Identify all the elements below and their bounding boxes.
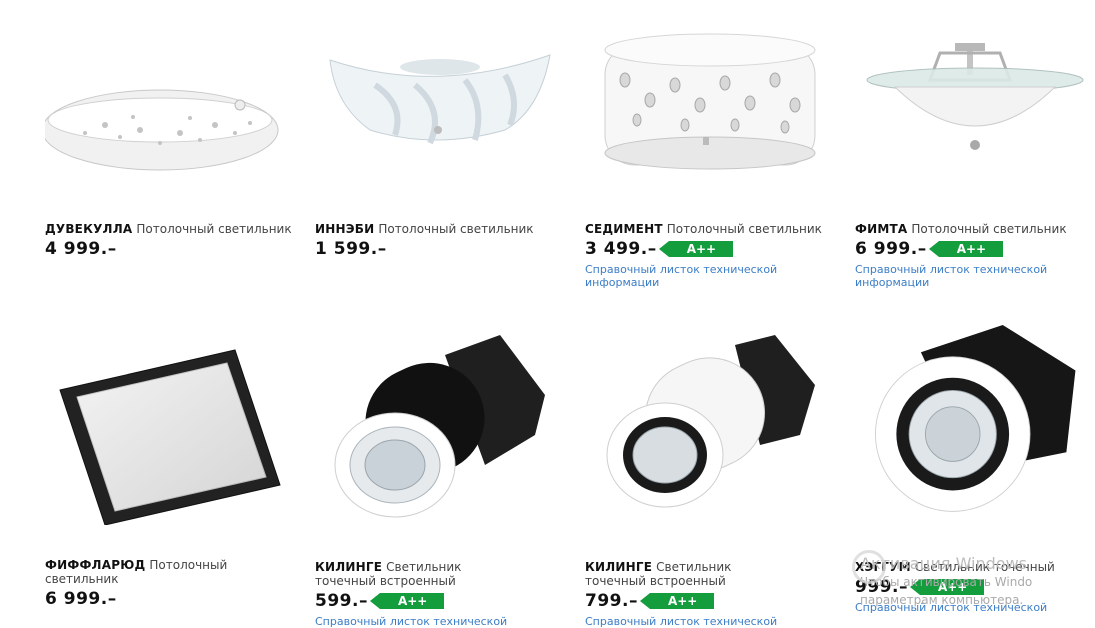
ceiling-lamp-square-image[interactable] <box>45 325 295 525</box>
energy-label-badge: A++ <box>639 593 714 609</box>
ceiling-lamp-crystal-image[interactable] <box>585 25 835 225</box>
product-price: 599.– <box>315 591 368 611</box>
product-price: 3 499.– <box>585 239 657 259</box>
tech-info-link[interactable]: Справочный листок технической <box>855 601 1060 614</box>
product-name[interactable]: ФИФФЛАРЮД <box>45 558 145 572</box>
energy-label-badge: A++ <box>909 579 984 595</box>
product-grid: ДУВЕКУЛЛА Потолочный светильник 4 999.– И… <box>0 0 1095 628</box>
product-name[interactable]: СЕДИМЕНТ <box>585 222 663 236</box>
product-card[interactable]: КИЛИНГЕ Светильник точечный встроенный 79… <box>585 325 835 628</box>
ceiling-lamp-wave-image[interactable] <box>315 25 565 225</box>
tech-info-link[interactable]: Справочный листок технической информации <box>585 263 790 289</box>
spotlight-round-image[interactable] <box>855 325 1095 525</box>
product-price: 999.– <box>855 577 908 597</box>
product-card[interactable]: СЕДИМЕНТ Потолочный светильник 3 499.– A++… <box>585 25 835 325</box>
product-name[interactable]: ФИМТА <box>855 222 907 236</box>
product-price: 6 999.– <box>45 589 117 609</box>
spotlight-black-image[interactable] <box>315 325 565 525</box>
spotlight-white-image[interactable] <box>585 325 835 525</box>
product-name[interactable]: КИЛИНГЕ <box>585 560 652 574</box>
ceiling-lamp-glass-image[interactable] <box>855 25 1095 225</box>
product-card[interactable]: КИЛИНГЕ Светильник точечный встроенный 59… <box>315 325 565 628</box>
product-type: Потолочный светильник <box>136 222 292 236</box>
product-price: 6 999.– <box>855 239 927 259</box>
product-card[interactable]: ИННЭБИ Потолочный светильник 1 599.– <box>315 25 565 325</box>
product-card[interactable]: ХЭГГУМ Светильник точечный 999.– A++ Справ… <box>855 325 1095 625</box>
product-card[interactable]: ФИФФЛАРЮД Потолочный светильник 6 999.– <box>45 325 295 625</box>
product-name[interactable]: КИЛИНГЕ <box>315 560 382 574</box>
product-name[interactable]: ИННЭБИ <box>315 222 374 236</box>
tech-info-link[interactable]: Справочный листок технической информации <box>855 263 1060 289</box>
product-type: Потолочный светильник <box>911 222 1067 236</box>
product-price: 799.– <box>585 591 638 611</box>
product-name[interactable]: ХЭГГУМ <box>855 560 911 574</box>
ceiling-lamp-dome-image[interactable] <box>45 25 295 225</box>
product-card[interactable]: ДУВЕКУЛЛА Потолочный светильник 4 999.– <box>45 25 295 325</box>
product-type: Светильник точечный <box>914 560 1055 574</box>
product-price: 1 599.– <box>315 239 387 259</box>
energy-label-badge: A++ <box>928 241 1003 257</box>
energy-label-badge: A++ <box>658 241 733 257</box>
tech-info-link[interactable]: Справочный листок технической <box>315 615 520 628</box>
product-name[interactable]: ДУВЕКУЛЛА <box>45 222 132 236</box>
product-type: Потолочный светильник <box>378 222 534 236</box>
product-card[interactable]: ФИМТА Потолочный светильник 6 999.– A++ Сп… <box>855 25 1095 325</box>
tech-info-link[interactable]: Справочный листок технической <box>585 615 790 628</box>
product-price: 4 999.– <box>45 239 117 259</box>
product-type: Потолочный светильник <box>666 222 822 236</box>
energy-label-badge: A++ <box>369 593 444 609</box>
